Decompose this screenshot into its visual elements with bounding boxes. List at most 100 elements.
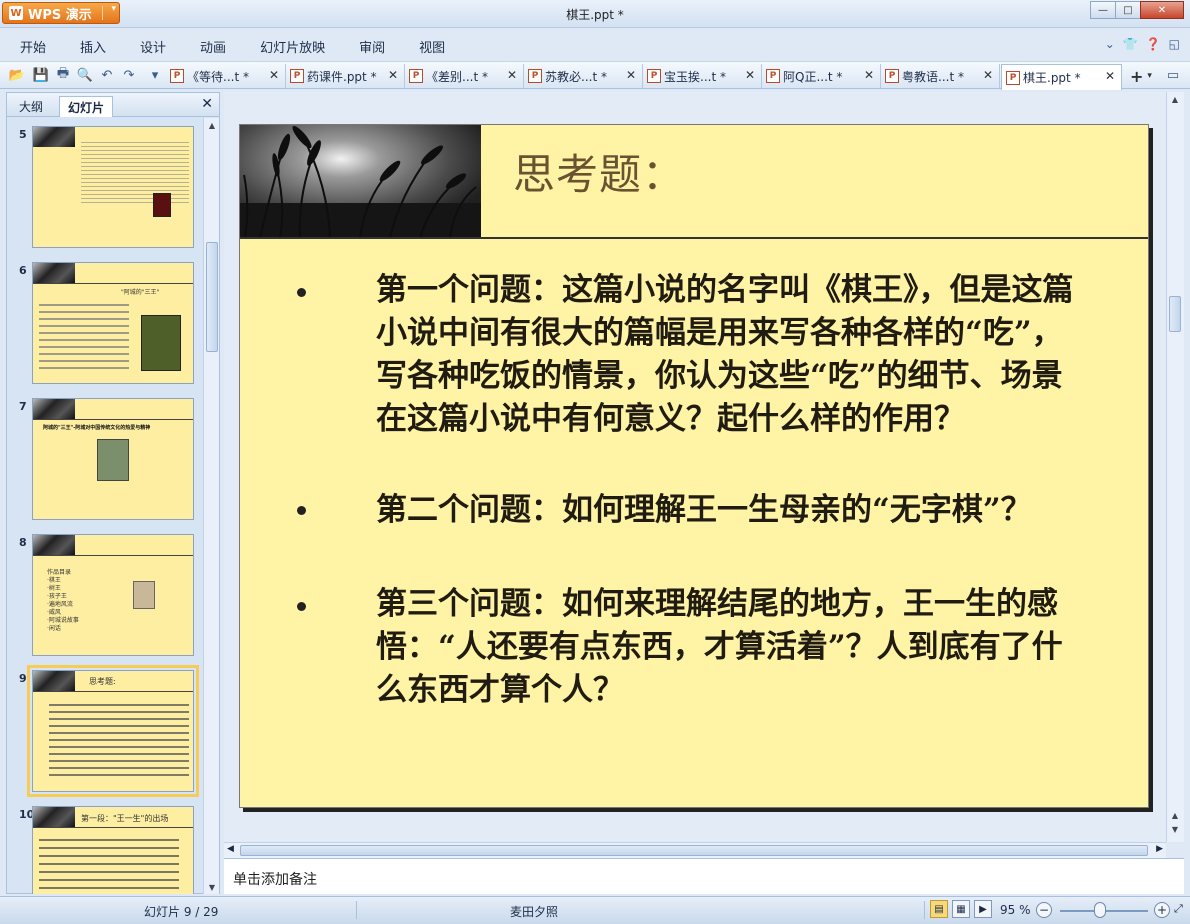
list-item: ·闲话 bbox=[47, 625, 61, 632]
close-tab-icon[interactable]: ✕ bbox=[388, 68, 398, 82]
scroll-thumb[interactable] bbox=[240, 845, 1148, 856]
slide-editor: 思考题： 第一个问题：这篇小说的名字叫《棋王》，但是这篇小说中间有很大的篇幅是用… bbox=[224, 92, 1172, 842]
slide-thumbnail[interactable]: 第一段："王一生"的出场 bbox=[32, 806, 194, 894]
page-up-icon[interactable]: ▲ bbox=[1167, 808, 1183, 822]
doc-tab[interactable]: P 药课件.ppt * ✕ bbox=[286, 64, 405, 88]
title-bar: W WPS 演示 ▾ 棋王.ppt * — □ ✕ bbox=[0, 0, 1190, 28]
doc-tab[interactable]: P 《差别...t * ✕ bbox=[405, 64, 524, 88]
doc-tab[interactable]: P 粤教语...t * ✕ bbox=[881, 64, 1000, 88]
list-item: ·树王 bbox=[47, 585, 61, 592]
tab-outline[interactable]: 大纲 bbox=[11, 96, 51, 116]
scroll-thumb[interactable] bbox=[1169, 296, 1181, 332]
doc-tab-label: 宝玉挨...t * bbox=[664, 69, 726, 84]
thumbnail-list: 5 6 "阿城的"三王" 7 阿城的"三王"-阿城对中国传统文化的热爱与精神 8 bbox=[7, 118, 203, 894]
tab-slides[interactable]: 幻灯片 bbox=[59, 96, 114, 117]
fit-window-icon[interactable]: ⤢ bbox=[1174, 902, 1183, 916]
new-tab-button[interactable]: + ▾ bbox=[1124, 66, 1156, 86]
text-lines bbox=[39, 833, 179, 893]
menu-design[interactable]: 设计 bbox=[120, 37, 180, 56]
print-preview-icon[interactable]: 🔍 bbox=[76, 66, 94, 84]
close-tab-icon[interactable]: ✕ bbox=[507, 68, 517, 82]
bullet-question-2[interactable]: 第二个问题：如何理解王一生母亲的“无字棋”？ bbox=[376, 489, 1088, 532]
doc-tab[interactable]: P 《等待...t * ✕ bbox=[166, 64, 286, 88]
slide-sorter-button[interactable]: ▦ bbox=[952, 900, 970, 918]
window-title: 棋王.ppt * bbox=[566, 8, 624, 22]
close-icon: ✕ bbox=[1157, 4, 1167, 16]
maximize-button[interactable]: □ bbox=[1115, 1, 1141, 19]
scroll-down-icon[interactable]: ▼ bbox=[204, 880, 220, 894]
slideshow-button[interactable]: ▶ bbox=[974, 900, 992, 918]
close-tab-icon[interactable]: ✕ bbox=[745, 68, 755, 82]
zoom-in-button[interactable]: + bbox=[1154, 902, 1170, 918]
window-controls: — □ ✕ bbox=[1090, 1, 1184, 19]
doc-tab[interactable]: P 苏教必...t * ✕ bbox=[524, 64, 643, 88]
page-down-icon[interactable]: ▼ bbox=[1167, 822, 1183, 836]
slide-number: 7 bbox=[19, 400, 27, 413]
tab-list-icon[interactable]: ▭ bbox=[1164, 66, 1182, 84]
doc-tab-label: 阿Q正...t * bbox=[783, 69, 843, 84]
quick-access-toolbar: 📂 💾 🖶 🔍 ↶ ↷ ▾ P 《等待...t * ✕ P 药课件.ppt * … bbox=[0, 61, 1190, 90]
doc-tab[interactable]: P 阿Q正...t * ✕ bbox=[762, 64, 881, 88]
restore-icon[interactable]: ◱ bbox=[1169, 37, 1180, 51]
normal-view-button[interactable]: ▤ bbox=[930, 900, 948, 918]
menu-home[interactable]: 开始 bbox=[0, 37, 60, 56]
help-icon[interactable]: ❓ bbox=[1146, 37, 1161, 51]
skin-icon[interactable]: 👕 bbox=[1123, 37, 1138, 51]
close-tab-icon[interactable]: ✕ bbox=[864, 68, 874, 82]
close-window-button[interactable]: ✕ bbox=[1140, 1, 1184, 19]
slide-vertical-scrollbar[interactable]: ▲ ▲ ▼ bbox=[1166, 92, 1184, 842]
slide-number: 9 bbox=[19, 672, 27, 685]
list-item: 作品目录 bbox=[47, 569, 72, 576]
customize-toolbar-icon[interactable]: ▾ bbox=[146, 66, 164, 84]
slide-thumbnail[interactable]: "阿城的"三王" bbox=[32, 262, 194, 384]
scroll-left-icon[interactable]: ◀ bbox=[227, 844, 234, 854]
collapse-ribbon-icon[interactable]: ⌄ bbox=[1105, 37, 1115, 51]
menu-slideshow[interactable]: 幻灯片放映 bbox=[240, 37, 339, 56]
zoom-slider-handle[interactable] bbox=[1094, 902, 1106, 918]
close-tab-icon[interactable]: ✕ bbox=[983, 68, 993, 82]
menu-review[interactable]: 审阅 bbox=[339, 37, 399, 56]
ppt-file-icon: P bbox=[766, 69, 780, 83]
scroll-up-icon[interactable]: ▲ bbox=[1167, 92, 1183, 106]
close-tab-icon[interactable]: ✕ bbox=[1105, 69, 1115, 83]
slide-thumbnail[interactable]: 作品目录 ·棋王 ·树王 ·孩子王 ·遍地风流 ·威风 ·阿城说故事 ·闲话 bbox=[32, 534, 194, 656]
open-folder-icon[interactable]: 📂 bbox=[8, 66, 26, 84]
slide-thumbnail[interactable] bbox=[32, 126, 194, 248]
divider bbox=[33, 827, 193, 828]
thumb-title: 思考题: bbox=[89, 677, 116, 686]
play-icon: ▶ bbox=[979, 903, 987, 915]
bullet-question-3[interactable]: 第三个问题：如何来理解结尾的地方，王一生的感悟：“人还要有点东西，才算活着”？人… bbox=[376, 583, 1088, 712]
slide-canvas[interactable]: 思考题： 第一个问题：这篇小说的名字叫《棋王》，但是这篇小说中间有很大的篇幅是用… bbox=[239, 124, 1149, 808]
close-tab-icon[interactable]: ✕ bbox=[626, 68, 636, 82]
redo-icon[interactable]: ↷ bbox=[120, 66, 138, 84]
scroll-right-icon[interactable]: ▶ bbox=[1156, 844, 1163, 854]
close-panel-icon[interactable]: ✕ bbox=[201, 96, 213, 112]
slide-thumbnail[interactable]: 阿城的"三王"-阿城对中国传统文化的热爱与精神 bbox=[32, 398, 194, 520]
save-icon[interactable]: 💾 bbox=[32, 66, 50, 84]
menu-animation[interactable]: 动画 bbox=[180, 37, 240, 56]
wheat-photo bbox=[33, 127, 75, 147]
slide-horizontal-scrollbar[interactable]: ◀ ▶ bbox=[224, 842, 1166, 858]
zoom-out-button[interactable]: − bbox=[1036, 902, 1052, 918]
doc-tab-active[interactable]: P 棋王.ppt * ✕ bbox=[1001, 64, 1122, 90]
close-tab-icon[interactable]: ✕ bbox=[269, 68, 279, 82]
minimize-button[interactable]: — bbox=[1090, 1, 1116, 19]
doc-tab-label: 《等待...t * bbox=[187, 69, 249, 84]
print-icon[interactable]: 🖶 bbox=[54, 66, 72, 84]
minus-icon: − bbox=[1038, 903, 1050, 917]
doc-tab-label: 粤教语...t * bbox=[902, 69, 964, 84]
scroll-up-icon[interactable]: ▲ bbox=[204, 118, 220, 132]
undo-icon[interactable]: ↶ bbox=[98, 66, 116, 84]
thumbnail-scrollbar[interactable]: ▲ ▼ bbox=[203, 118, 219, 894]
menu-insert[interactable]: 插入 bbox=[60, 37, 120, 56]
slide-thumbnail-selected[interactable]: 思考题: bbox=[27, 665, 199, 797]
notes-placeholder[interactable]: 单击添加备注 bbox=[233, 869, 317, 889]
text-lines bbox=[39, 299, 129, 369]
scroll-thumb[interactable] bbox=[206, 242, 218, 352]
bullet-question-1[interactable]: 第一个问题：这篇小说的名字叫《棋王》，但是这篇小说中间有很大的篇幅是用来写各种各… bbox=[376, 269, 1088, 441]
notes-pane[interactable]: 单击添加备注 bbox=[224, 858, 1184, 894]
menu-view[interactable]: 视图 bbox=[399, 37, 459, 56]
text-lines bbox=[49, 699, 189, 781]
slide-title[interactable]: 思考题： bbox=[513, 141, 685, 202]
doc-tab[interactable]: P 宝玉挨...t * ✕ bbox=[643, 64, 762, 88]
